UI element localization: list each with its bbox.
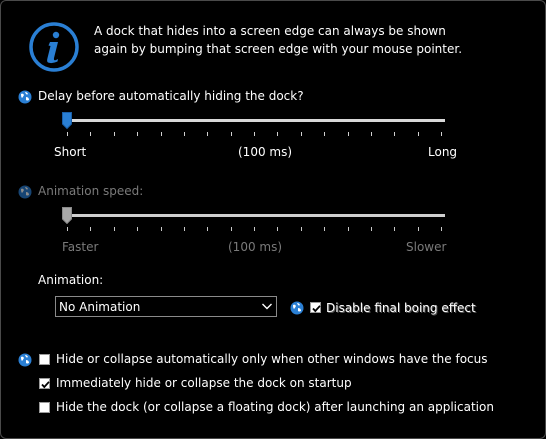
checkmark-icon bbox=[312, 305, 321, 313]
animation-speed-label: Animation speed: bbox=[38, 184, 144, 198]
animation-speed-min-label: Faster bbox=[62, 240, 99, 254]
slider-tick bbox=[417, 132, 419, 136]
delay-min-label: Short bbox=[54, 145, 87, 159]
info-message-line-1: A dock that hides into a screen edge can… bbox=[94, 24, 446, 38]
slider-tick bbox=[300, 227, 302, 231]
delay-slider-track[interactable] bbox=[63, 119, 445, 122]
slider-tick bbox=[417, 227, 419, 231]
dock-settings-panel: A dock that hides into a screen edge can… bbox=[0, 0, 546, 439]
globe-help-icon[interactable] bbox=[290, 301, 304, 315]
slider-tick bbox=[90, 132, 92, 136]
slider-tick bbox=[370, 132, 372, 136]
slider-tick bbox=[137, 227, 139, 231]
checkmark-icon bbox=[41, 381, 50, 389]
slider-tick bbox=[277, 132, 279, 136]
option-checkbox-focus-only[interactable] bbox=[39, 354, 50, 365]
option-checkbox-hide-on-startup[interactable] bbox=[39, 378, 50, 389]
slider-tick bbox=[90, 227, 92, 231]
animation-speed-slider-track bbox=[63, 214, 445, 217]
slider-tick bbox=[441, 227, 442, 231]
option-label-focus-only[interactable]: Hide or collapse automatically only when… bbox=[56, 352, 488, 366]
disable-boing-label[interactable]: Disable final boing effect bbox=[326, 301, 476, 315]
slider-tick bbox=[300, 132, 302, 136]
animation-speed-max-label: Slower bbox=[406, 240, 447, 254]
option-checkbox-hide-after-launch[interactable] bbox=[39, 402, 50, 413]
animation-select-value: No Animation bbox=[59, 300, 141, 314]
slider-tick bbox=[183, 132, 185, 136]
slider-tick bbox=[347, 227, 349, 231]
option-label-hide-after-launch[interactable]: Hide the dock (or collapse a floating do… bbox=[56, 400, 494, 414]
slider-tick bbox=[324, 227, 326, 231]
slider-tick bbox=[254, 132, 255, 136]
animation-label: Animation: bbox=[38, 273, 104, 287]
animation-speed-slider-thumb bbox=[62, 207, 72, 224]
info-message: A dock that hides into a screen edge can… bbox=[94, 22, 514, 58]
globe-help-icon[interactable] bbox=[18, 90, 32, 104]
chevron-down-icon[interactable] bbox=[258, 297, 276, 316]
delay-slider-thumb[interactable] bbox=[62, 112, 72, 129]
delay-max-label: Long bbox=[428, 145, 458, 159]
slider-tick bbox=[207, 227, 209, 231]
delay-label: Delay before automatically hiding the do… bbox=[38, 89, 304, 103]
slider-tick bbox=[113, 227, 115, 231]
slider-tick bbox=[277, 227, 279, 231]
slider-tick bbox=[441, 132, 442, 136]
disable-boing-checkbox[interactable] bbox=[310, 302, 321, 313]
slider-tick bbox=[347, 132, 349, 136]
slider-tick bbox=[113, 132, 115, 136]
slider-tick bbox=[370, 227, 372, 231]
option-label-hide-on-startup[interactable]: Immediately hide or collapse the dock on… bbox=[56, 376, 352, 390]
slider-tick bbox=[230, 132, 232, 136]
slider-tick bbox=[160, 132, 162, 136]
globe-help-icon[interactable] bbox=[18, 353, 32, 367]
slider-tick bbox=[160, 227, 162, 231]
slider-tick bbox=[324, 132, 326, 136]
animation-select[interactable]: No Animation bbox=[55, 296, 277, 317]
slider-tick bbox=[183, 227, 185, 231]
slider-tick bbox=[137, 132, 139, 136]
slider-tick bbox=[67, 132, 68, 136]
animation-speed-value-label: (100 ms) bbox=[228, 240, 283, 254]
slider-tick bbox=[254, 227, 255, 231]
info-message-line-2: again by bumping that screen edge with y… bbox=[94, 42, 463, 56]
info-icon bbox=[29, 22, 79, 72]
slider-tick bbox=[394, 132, 396, 136]
slider-tick bbox=[394, 227, 396, 231]
slider-tick bbox=[67, 227, 68, 231]
slider-tick bbox=[230, 227, 232, 231]
slider-tick bbox=[207, 132, 209, 136]
globe-help-icon bbox=[18, 185, 32, 199]
delay-value-label: (100 ms) bbox=[238, 145, 293, 159]
